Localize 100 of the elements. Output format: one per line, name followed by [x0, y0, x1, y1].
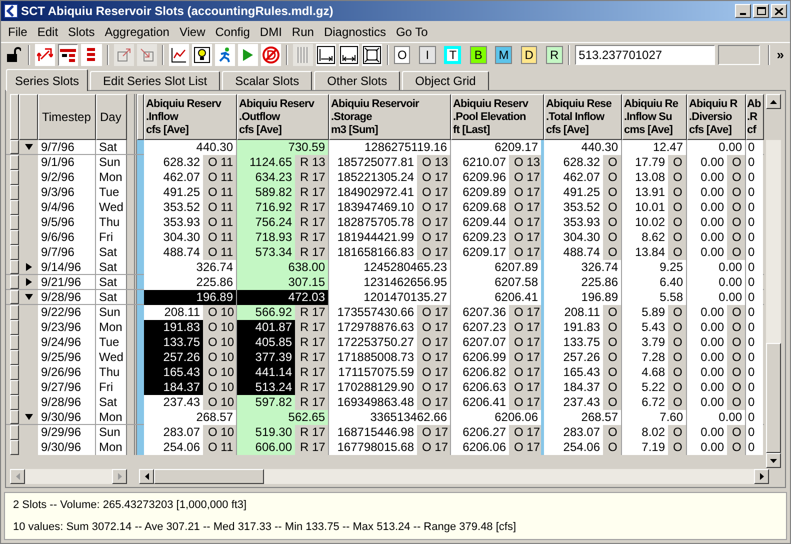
row-header[interactable]	[10, 245, 19, 260]
scroll-left-button[interactable]	[139, 469, 154, 484]
table-cell[interactable]: 628.32	[144, 155, 203, 170]
table-cell[interactable]: 353.52	[544, 200, 603, 215]
table-cell[interactable]: 170288129.90	[329, 380, 417, 395]
value-field[interactable]: 513.237701027	[574, 44, 715, 64]
maximize-button[interactable]	[753, 4, 769, 18]
table-cell[interactable]: 353.52	[144, 200, 203, 215]
table-filter-icon[interactable]	[58, 44, 78, 66]
table-cell[interactable]: 1201470135.27	[329, 290, 450, 305]
table-cell[interactable]: 6206.27	[451, 425, 509, 440]
table-cell[interactable]: 488.74	[144, 245, 203, 260]
table-cell[interactable]: 353.93	[544, 215, 603, 230]
flag-button[interactable]: O	[394, 46, 410, 64]
row-header[interactable]	[10, 275, 19, 289]
row-header[interactable]	[10, 260, 19, 274]
line-chart-icon[interactable]	[168, 44, 189, 66]
table-cell[interactable]: 0.00	[687, 440, 727, 455]
table-cell[interactable]: 0	[746, 230, 763, 245]
table-cell[interactable]: 7.60	[622, 410, 686, 425]
table-cell[interactable]: 6209.23	[451, 230, 509, 245]
table-cell[interactable]: 472.03	[237, 290, 328, 305]
table-cell[interactable]: 6206.63	[451, 380, 509, 395]
table-cell[interactable]: 1245280465.23	[329, 260, 450, 275]
expander-icon[interactable]	[24, 294, 32, 300]
menu-item[interactable]: Diagnostics	[318, 22, 391, 40]
table-cell[interactable]: 0	[746, 395, 763, 410]
table-cell[interactable]: 0	[746, 410, 763, 425]
table-cell[interactable]: 0.00	[687, 350, 727, 365]
row-header[interactable]	[10, 200, 19, 215]
column-header[interactable]: Abiquiu Reservoir .Storage m3 [Sum]	[329, 94, 451, 140]
column-header[interactable]: Abiquiu Reserv .Outflow cfs [Ave]	[237, 94, 329, 140]
table-cell[interactable]: 168715446.98	[329, 425, 417, 440]
column-header[interactable]: Timestep	[38, 94, 96, 140]
table-cell[interactable]: 13.84	[622, 245, 668, 260]
table-cell[interactable]: 237.43	[144, 395, 203, 410]
table-cell[interactable]: 237.43	[544, 395, 603, 410]
table-cell[interactable]: 254.06	[144, 440, 203, 455]
table-cell[interactable]: 6209.68	[451, 200, 509, 215]
table-cell[interactable]: 6207.23	[451, 320, 509, 335]
table-cell[interactable]: 225.86	[544, 275, 621, 290]
table-cell[interactable]: 196.89	[144, 290, 236, 305]
table-cell[interactable]: 257.26	[544, 350, 603, 365]
table-cell[interactable]: 6206.06	[451, 410, 541, 425]
table-cell[interactable]: 462.07	[544, 170, 603, 185]
table-cell[interactable]: 0.00	[687, 425, 727, 440]
scroll-left-button[interactable]	[10, 469, 25, 484]
table-cell[interactable]: 0.00	[687, 170, 727, 185]
play-icon[interactable]	[238, 44, 258, 66]
tab[interactable]: Other Slots	[314, 71, 400, 90]
table-cell[interactable]: 3.79	[622, 335, 668, 350]
table-cell[interactable]: 304.30	[144, 230, 203, 245]
table-cell[interactable]: 638.00	[237, 260, 328, 275]
table-cell[interactable]: 283.07	[544, 425, 603, 440]
table-cell[interactable]: 254.06	[544, 440, 603, 455]
table-cell[interactable]: 628.32	[544, 155, 603, 170]
flag-button[interactable]: I	[419, 46, 436, 64]
row-header[interactable]	[10, 365, 19, 380]
more-button[interactable]: »	[774, 44, 786, 64]
table-cell[interactable]: 283.07	[144, 425, 203, 440]
row-header[interactable]	[10, 335, 19, 350]
column-header[interactable]: Abiquiu Rese .Total Inflow cfs [Ave]	[544, 94, 622, 140]
table-cell[interactable]: 5.43	[622, 320, 668, 335]
row-header[interactable]	[10, 170, 19, 185]
table-cell[interactable]: 0.00	[687, 275, 745, 290]
table-cell[interactable]: 0.00	[687, 320, 727, 335]
narrow-width-icon[interactable]	[338, 44, 359, 66]
table-cell[interactable]: 730.59	[237, 140, 328, 155]
table-cell[interactable]: 1124.65	[237, 155, 295, 170]
fit-size-icon[interactable]	[362, 44, 382, 66]
row-header[interactable]	[10, 215, 19, 230]
table-cell[interactable]: 0	[746, 350, 763, 365]
table-cell[interactable]: 0	[746, 245, 763, 260]
table-cell[interactable]: 165.43	[544, 365, 603, 380]
table-cell[interactable]: 6209.89	[451, 185, 509, 200]
menu-item[interactable]: View	[174, 22, 210, 40]
table-cell[interactable]: 0.00	[687, 245, 727, 260]
table-cell[interactable]: 185725077.81	[329, 155, 417, 170]
table-cell[interactable]: 6209.96	[451, 170, 509, 185]
table-cell[interactable]: 6209.17	[451, 245, 509, 260]
table-cell[interactable]: 0.00	[687, 395, 727, 410]
table-cell[interactable]: 1286275119.16	[329, 140, 450, 155]
table-cell[interactable]: 268.57	[544, 410, 621, 425]
vertical-scrollbar[interactable]	[766, 140, 781, 468]
menu-item[interactable]: Edit	[32, 22, 64, 40]
table-cell[interactable]: 6206.99	[451, 350, 509, 365]
row-header[interactable]	[10, 155, 19, 170]
table-cell[interactable]: 401.87	[237, 320, 295, 335]
table-cell[interactable]: 169349863.48	[329, 395, 417, 410]
table-cell[interactable]: 377.39	[237, 350, 295, 365]
table-cell[interactable]: 173557430.66	[329, 305, 417, 320]
table-cell[interactable]: 167798015.68	[329, 440, 417, 455]
flag-button[interactable]: M	[495, 46, 512, 64]
table-cell[interactable]: 0.00	[687, 260, 745, 275]
horizontal-scrollbar[interactable]	[139, 469, 769, 484]
table-cell[interactable]: 7.28	[622, 350, 668, 365]
table-cell[interactable]: 10.01	[622, 200, 668, 215]
column-width-icon[interactable]	[316, 44, 336, 66]
row-header[interactable]	[10, 140, 19, 154]
table-cell[interactable]: 0	[746, 215, 763, 230]
